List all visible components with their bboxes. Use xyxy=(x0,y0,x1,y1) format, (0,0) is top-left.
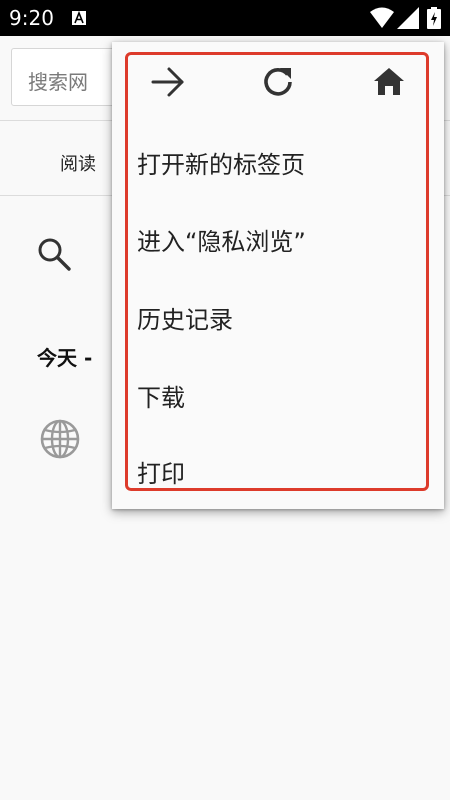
menu-item-label: 历史记录 xyxy=(137,306,233,334)
menu-item-private-browsing[interactable]: 进入“隐私浏览” xyxy=(137,214,427,258)
wifi-icon xyxy=(370,7,394,28)
forward-button[interactable] xyxy=(146,62,190,102)
globe-icon xyxy=(40,419,80,459)
menu-item-label: 打印 xyxy=(137,460,185,488)
menu-item-label: 下载 xyxy=(137,384,185,412)
signal-icon xyxy=(397,7,419,29)
browser-screen: 9:20 搜索网 阅读 今天 - 打开新的标签页 进入“隐私浏览” 历史记录 下… xyxy=(0,0,450,800)
overflow-menu: 打开新的标签页 进入“隐私浏览” 历史记录 下载 打印 xyxy=(112,42,444,509)
search-icon[interactable] xyxy=(36,236,72,272)
highlight-frame xyxy=(125,52,429,491)
history-section-heading: 今天 - xyxy=(37,346,93,370)
menu-item-print[interactable]: 打印 xyxy=(137,446,427,490)
search-placeholder: 搜索网 xyxy=(28,70,88,94)
status-bar: 9:20 xyxy=(0,0,450,36)
menu-item-history[interactable]: 历史记录 xyxy=(137,292,427,336)
battery-charging-icon xyxy=(427,7,441,29)
menu-item-new-tab[interactable]: 打开新的标签页 xyxy=(137,137,427,181)
home-button[interactable] xyxy=(367,62,411,102)
menu-item-label: 进入“隐私浏览” xyxy=(137,228,306,256)
forward-arrow-icon xyxy=(151,67,184,97)
home-icon xyxy=(374,68,404,95)
menu-item-downloads[interactable]: 下载 xyxy=(137,370,427,414)
refresh-icon xyxy=(264,68,292,96)
accessibility-a-icon xyxy=(72,11,86,25)
refresh-button[interactable] xyxy=(256,62,300,102)
status-time: 9:20 xyxy=(9,6,54,30)
tab-reading[interactable]: 阅读 xyxy=(60,150,96,176)
menu-item-label: 打开新的标签页 xyxy=(137,151,305,179)
